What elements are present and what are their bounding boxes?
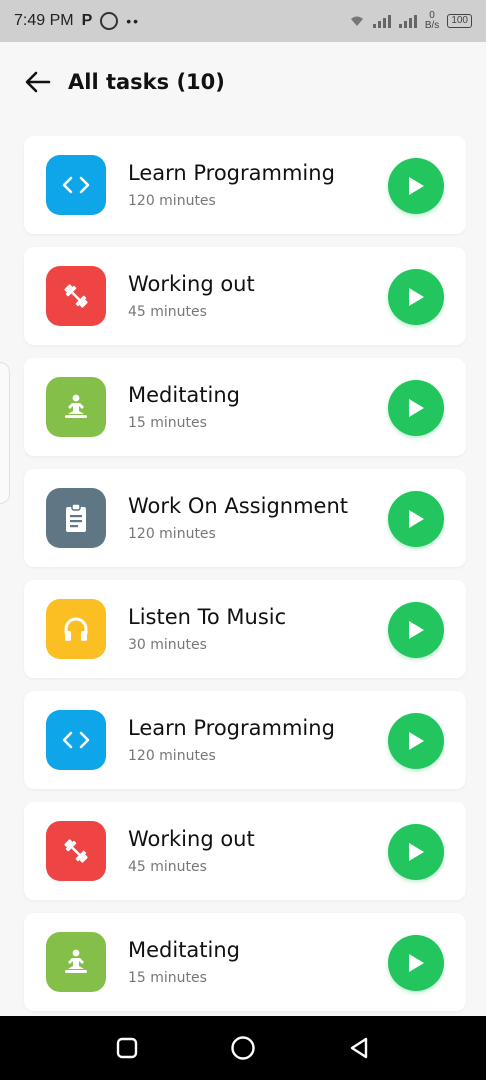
play-button[interactable] <box>388 602 444 658</box>
task-duration: 45 minutes <box>128 304 207 320</box>
task-card[interactable]: Meditating 15 minutes <box>24 913 466 1011</box>
task-duration: 15 minutes <box>128 415 207 431</box>
back-triangle-icon[interactable] <box>344 1033 374 1063</box>
play-icon <box>409 288 424 306</box>
task-text: Learn Programming 120 minutes <box>128 161 335 209</box>
task-title: Work On Assignment <box>128 494 349 518</box>
play-button[interactable] <box>388 380 444 436</box>
net-speed-unit: B/s <box>424 20 440 31</box>
dumbbell-icon <box>46 266 106 326</box>
play-icon <box>409 621 424 639</box>
app-header: All tasks (10) <box>0 42 486 122</box>
home-circle-icon[interactable] <box>228 1033 258 1063</box>
play-icon <box>409 843 424 861</box>
task-duration: 120 minutes <box>128 526 216 542</box>
task-text: Working out 45 minutes <box>128 827 255 875</box>
task-text: Working out 45 minutes <box>128 272 255 320</box>
status-time: 7:49 PM <box>14 12 74 29</box>
signal-icon-2 <box>398 14 417 28</box>
play-icon <box>409 732 424 750</box>
task-title: Listen To Music <box>128 605 287 629</box>
battery-icon: 100 <box>447 14 472 28</box>
recents-square-icon[interactable] <box>112 1033 142 1063</box>
task-text: Learn Programming 120 minutes <box>128 716 335 764</box>
task-title: Working out <box>128 827 255 851</box>
task-card[interactable]: Work On Assignment 120 minutes <box>24 469 466 567</box>
page-title: All tasks (10) <box>68 70 225 94</box>
back-arrow-icon[interactable] <box>24 68 52 96</box>
status-right: 0 B/s 100 <box>349 11 472 31</box>
assignment-icon <box>46 488 106 548</box>
dumbbell-icon <box>46 821 106 881</box>
net-speed: 0 B/s <box>425 11 439 31</box>
play-button[interactable] <box>388 269 444 325</box>
task-card[interactable]: Learn Programming 120 minutes <box>24 136 466 234</box>
task-list: Learn Programming 120 minutes Working ou… <box>24 136 466 1024</box>
more-notifications-icon: •• <box>126 13 141 29</box>
task-duration: 45 minutes <box>128 859 207 875</box>
task-card[interactable]: Working out 45 minutes <box>24 802 466 900</box>
task-card[interactable]: Meditating 15 minutes <box>24 358 466 456</box>
wifi-icon <box>350 16 363 26</box>
play-icon <box>409 954 424 972</box>
p-app-icon: P <box>81 12 93 29</box>
task-title: Learn Programming <box>128 161 335 185</box>
task-card[interactable]: Learn Programming 120 minutes <box>24 691 466 789</box>
task-text: Listen To Music 30 minutes <box>128 605 286 653</box>
whatsapp-icon <box>100 12 119 30</box>
task-duration: 15 minutes <box>128 970 207 986</box>
play-button[interactable] <box>388 158 444 214</box>
play-icon <box>409 177 424 195</box>
code-icon <box>46 155 106 215</box>
task-title: Learn Programming <box>128 716 335 740</box>
play-button[interactable] <box>388 713 444 769</box>
play-icon <box>409 399 424 417</box>
task-text: Meditating 15 minutes <box>128 938 240 986</box>
signal-icon-1 <box>372 14 391 28</box>
play-button[interactable] <box>388 935 444 991</box>
task-text: Work On Assignment 120 minutes <box>128 494 348 542</box>
system-nav-bar <box>0 1016 486 1080</box>
task-title: Working out <box>128 272 255 296</box>
task-duration: 120 minutes <box>128 748 216 764</box>
status-bar: 7:49 PM P •• 0 B/s 100 <box>0 0 486 42</box>
task-text: Meditating 15 minutes <box>128 383 240 431</box>
play-button[interactable] <box>388 491 444 547</box>
task-title: Meditating <box>128 938 241 962</box>
code-icon <box>46 710 106 770</box>
task-duration: 30 minutes <box>128 637 207 653</box>
task-duration: 120 minutes <box>128 193 216 209</box>
side-drawer-handle[interactable] <box>0 362 10 504</box>
status-left: 7:49 PM P •• <box>14 12 140 30</box>
task-card[interactable]: Working out 45 minutes <box>24 247 466 345</box>
headphones-icon <box>46 599 106 659</box>
meditation-icon <box>46 377 106 437</box>
task-title: Meditating <box>128 383 241 407</box>
task-card[interactable]: Listen To Music 30 minutes <box>24 580 466 678</box>
meditation-icon <box>46 932 106 992</box>
play-button[interactable] <box>388 824 444 880</box>
play-icon <box>409 510 424 528</box>
